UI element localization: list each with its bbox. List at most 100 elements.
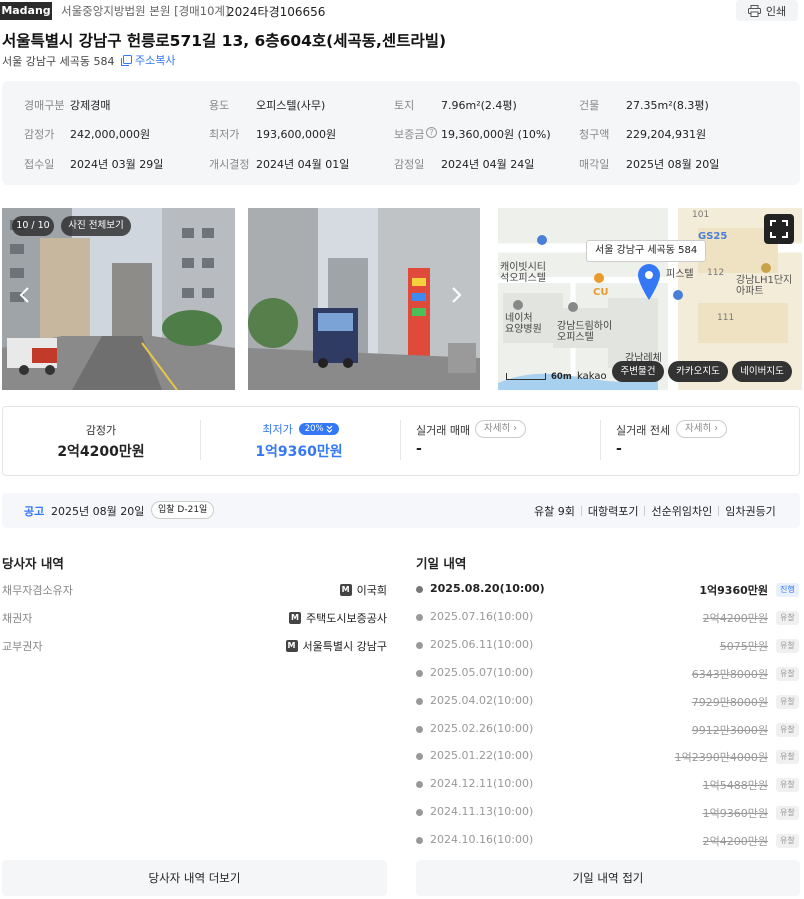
history-dot-icon: [416, 613, 423, 621]
next-photo-arrow-icon[interactable]: [451, 287, 463, 303]
info-label: 최저가: [209, 128, 240, 141]
history-price: 2억4200만원: [702, 835, 768, 849]
party-name[interactable]: M 서울특별시 강남구: [285, 638, 387, 654]
history-price: 9912만3000원: [691, 723, 768, 737]
trade-detail-button[interactable]: 자세히 ›: [475, 420, 527, 438]
notice-link[interactable]: 임차권등기: [725, 503, 776, 519]
kakao-map-button[interactable]: 카카오지도: [668, 361, 728, 382]
notice-link[interactable]: 선순위임차인: [651, 503, 712, 519]
party-name[interactable]: M 주택도시보증공사: [289, 610, 387, 626]
info-value: 강제경매: [70, 99, 111, 112]
history-price: 2억4200만원: [702, 611, 768, 625]
lot-address: 서울 강남구 세곡동 584: [2, 55, 115, 68]
info-value: 7.96m²(2.4평): [441, 99, 517, 112]
notice-link[interactable]: 대항력포기: [588, 503, 639, 519]
history-status-badge: 유찰: [776, 778, 799, 793]
page-title: 서울특별시 강남구 헌릉로571길 13, 6층604호(세곡동,센트라빌): [2, 32, 447, 50]
party-badge-icon: M: [289, 612, 302, 624]
map-label-3: 강남드림하이 오피스텔: [557, 321, 613, 343]
history-status-badge: 유찰: [776, 694, 799, 709]
map-label-5: 강남LH1단지 아파트: [736, 275, 793, 297]
info-label: 접수일: [24, 158, 55, 171]
map-address-tooltip: 서울 강남구 세곡동 584: [586, 240, 707, 262]
info-value: 229,204,931원: [626, 128, 707, 141]
notice-link[interactable]: 유찰 9회: [534, 503, 575, 519]
info-value: 27.35m²(8.3평): [626, 99, 709, 112]
history-fold-button[interactable]: 기일 내역 접기: [416, 860, 800, 896]
view-all-photos-button[interactable]: 사진 전체보기: [61, 216, 131, 236]
history-dot-icon: [416, 809, 423, 817]
naver-map-button[interactable]: 네이버지도: [732, 361, 792, 382]
history-date: 2024.11.13(10:00): [430, 805, 534, 819]
history-date: 2025.02.26(10:00): [430, 721, 534, 735]
notice-date: 2025년 08월 20일: [51, 505, 145, 518]
party-name[interactable]: M 이국희: [339, 582, 387, 598]
party-name-text: 주택도시보증공사: [306, 612, 387, 625]
history-date: 2024.12.11(10:00): [430, 777, 534, 791]
rent-detail-label: 자세히: [685, 423, 712, 434]
parties-title: 당사자 내역: [2, 556, 64, 571]
trade-value: -: [416, 441, 422, 457]
map-label-112: 112: [707, 268, 725, 278]
history-status-badge: 진행: [776, 583, 799, 597]
info-value: 2024년 04월 01일: [256, 158, 350, 171]
history-status-badge: 유찰: [776, 806, 799, 821]
photo-counter: 10 / 10: [12, 216, 54, 236]
map-scale-bar: [506, 373, 546, 380]
brand-logo: Madang: [0, 2, 52, 20]
info-label: 청구액: [579, 128, 610, 141]
discount-percent: 20%: [304, 424, 324, 434]
history-dot-icon: [416, 586, 423, 593]
party-name-text: 이국희: [356, 584, 387, 597]
divider: [600, 420, 601, 460]
history-price: 1억9360만원: [699, 584, 768, 597]
history-status-badge: 유찰: [776, 638, 799, 653]
history-status-badge: 유찰: [776, 750, 799, 765]
history-status-badge: 유찰: [776, 722, 799, 737]
prev-photo-arrow-icon[interactable]: [18, 287, 30, 303]
court-name: 서울중앙지방법원 본원 [경매10계]: [61, 4, 230, 18]
copy-address-button[interactable]: 주소복사: [121, 52, 175, 68]
help-icon[interactable]: ?: [426, 127, 437, 138]
map-label-2: 네이처 요양병원: [505, 313, 542, 335]
map-label-4: 피스텔: [666, 269, 694, 280]
party-role: 채권자: [2, 612, 33, 625]
parties-more-button[interactable]: 당사자 내역 더보기: [2, 860, 387, 896]
info-label: 개시결정: [209, 158, 250, 171]
history-title: 기일 내역: [416, 556, 467, 571]
party-badge-icon: M: [285, 640, 298, 652]
history-date: 2024.10.16(10:00): [430, 833, 534, 847]
rent-detail-button[interactable]: 자세히 ›: [676, 420, 728, 438]
info-label: 매각일: [579, 158, 610, 171]
info-value: 193,600,000원: [256, 128, 337, 141]
history-dot-icon: [416, 669, 423, 677]
print-button[interactable]: 인쇄: [736, 0, 798, 21]
min-price-header: 최저가 20%: [201, 421, 400, 437]
history-price: 7929만8000원: [691, 695, 768, 709]
history-price: 1억5488만원: [702, 779, 768, 793]
info-label: 보증금: [394, 128, 425, 141]
map-scale-label: 60m: [551, 372, 572, 382]
history-status-badge: 유찰: [776, 834, 799, 849]
appraisal-label: 감정가: [85, 424, 117, 437]
map-label-cu: CU: [593, 287, 609, 298]
info-value: 19,360,000원 (10%): [441, 128, 551, 141]
property-photo-2[interactable]: [248, 208, 480, 390]
history-dot-icon: [416, 725, 423, 733]
divider: [644, 506, 646, 516]
printer-icon: [747, 4, 761, 17]
party-badge-icon: M: [339, 584, 352, 596]
divider: [400, 420, 401, 460]
discount-badge: 20%: [298, 423, 339, 435]
print-label: 인쇄: [765, 4, 787, 18]
nearby-items-button[interactable]: 주변물건: [612, 361, 664, 382]
divider: [718, 506, 720, 516]
copy-address-label: 주소복사: [135, 54, 176, 67]
info-value: 오피스텔(사무): [256, 99, 326, 112]
expand-map-icon[interactable]: [764, 214, 794, 244]
party-role: 채무자겸소유자: [2, 584, 73, 597]
map-label-111: 111: [717, 313, 735, 323]
info-value: 2024년 03월 29일: [70, 158, 164, 171]
history-date: 2025.06.11(10:00): [430, 637, 534, 651]
appraisal-value: 2억4200만원: [57, 444, 145, 460]
